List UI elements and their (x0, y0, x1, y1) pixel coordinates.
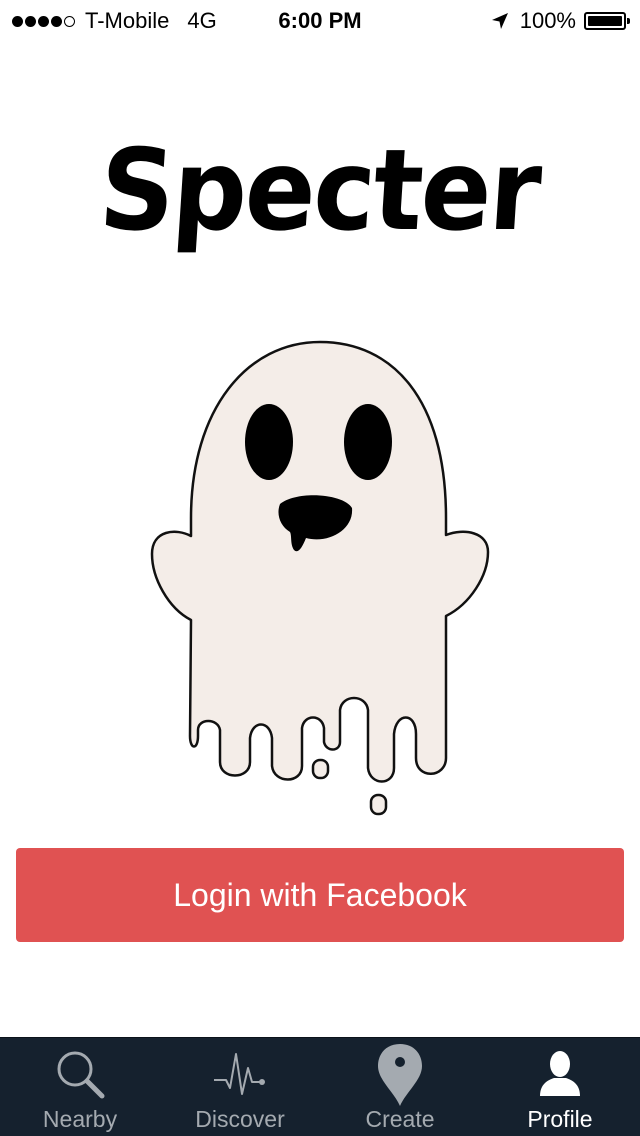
map-pin-icon (372, 1044, 428, 1106)
status-bar: T-Mobile 4G 6:00 PM 100% (0, 0, 640, 40)
tab-nearby[interactable]: Nearby (0, 1038, 160, 1136)
ghost-body (150, 340, 490, 783)
search-icon (52, 1046, 108, 1102)
tab-label: Profile (527, 1106, 593, 1132)
app-logo-text: Specter (96, 124, 544, 256)
pulse-icon (212, 1046, 268, 1102)
login-screen: T-Mobile 4G 6:00 PM 100% Specter Login w… (0, 0, 640, 1136)
tab-label: Nearby (42, 1106, 118, 1132)
person-icon (532, 1046, 588, 1102)
app-logo: Specter (0, 124, 640, 256)
tab-label: Discover (195, 1106, 285, 1132)
ghost-drip-drop (311, 758, 330, 780)
login-facebook-button[interactable]: Login with Facebook (16, 848, 624, 942)
ghost-drip-drop (369, 793, 388, 816)
tab-bar: Nearby Discover Create Profile (0, 1037, 640, 1136)
ghost-left-eye (245, 404, 293, 480)
battery-icon (584, 12, 630, 30)
ghost-right-eye (344, 404, 392, 480)
tab-create[interactable]: Create (320, 1038, 480, 1136)
ghost-illustration (150, 340, 490, 816)
tab-profile[interactable]: Profile (480, 1038, 640, 1136)
tab-label: Create (365, 1106, 435, 1132)
battery-tip (627, 18, 630, 24)
location-arrow-icon (490, 11, 510, 31)
battery-fill (588, 16, 622, 26)
status-right: 100% (490, 8, 630, 34)
tab-discover[interactable]: Discover (160, 1038, 320, 1136)
battery-percentage: 100% (519, 8, 576, 33)
